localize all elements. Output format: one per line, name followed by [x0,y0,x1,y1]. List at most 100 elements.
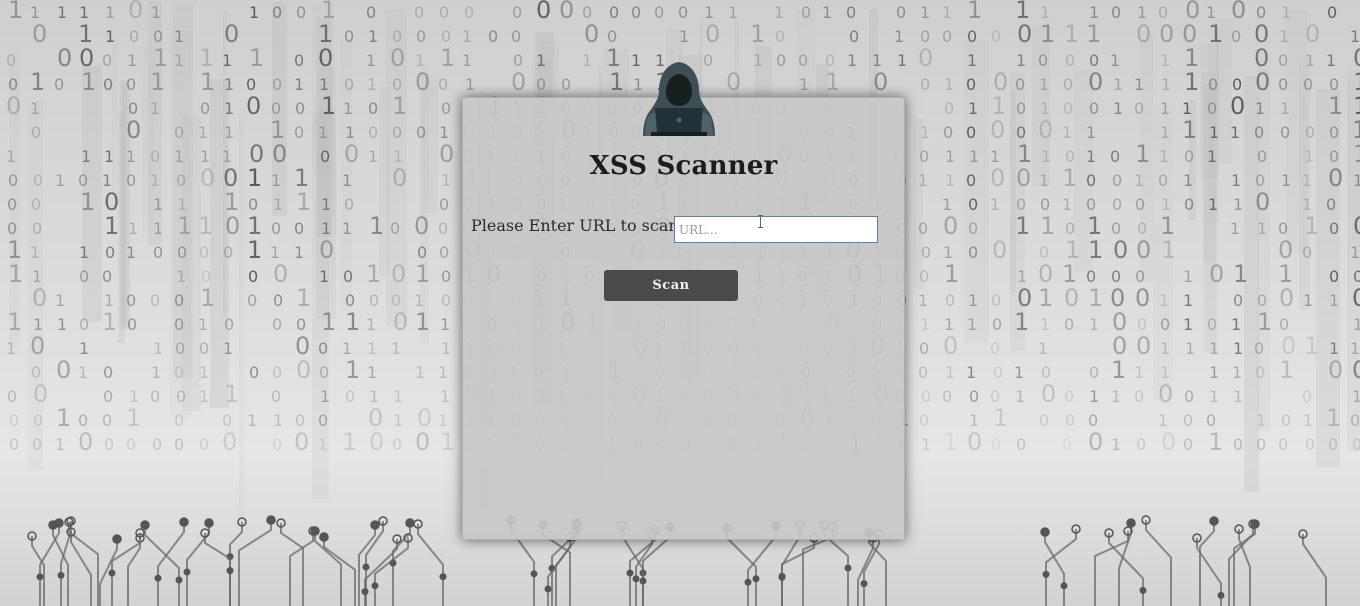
svg-text:1: 1 [105,27,115,46]
svg-text:0: 0 [345,387,355,406]
svg-text:0: 0 [32,219,42,238]
svg-text:0: 0 [919,147,929,166]
svg-text:1: 1 [1209,339,1219,358]
svg-text:1: 1 [1134,363,1144,382]
svg-text:1: 1 [945,171,955,190]
svg-text:0: 0 [1183,435,1193,454]
svg-text:0: 0 [1089,99,1099,118]
svg-text:1: 1 [920,3,930,22]
svg-text:1: 1 [799,75,809,94]
svg-text:0: 0 [174,315,184,334]
svg-text:0: 0 [271,219,281,238]
svg-text:1: 1 [1184,68,1199,96]
svg-text:1: 1 [1062,164,1077,192]
svg-text:1: 1 [1185,339,1195,358]
svg-text:0: 0 [1305,435,1315,454]
svg-text:1: 1 [728,3,738,22]
svg-text:0: 0 [439,243,449,262]
svg-text:0: 0 [511,68,526,96]
svg-text:1: 1 [104,147,114,166]
svg-text:1: 1 [320,387,330,406]
svg-text:0: 0 [441,291,451,310]
svg-text:1: 1 [1113,99,1123,118]
svg-text:0: 0 [488,27,498,46]
svg-text:1: 1 [1040,315,1050,334]
svg-text:1: 1 [918,171,928,190]
svg-text:1: 1 [1183,291,1193,310]
svg-text:0: 0 [392,123,402,142]
svg-text:0: 0 [272,140,287,168]
svg-text:1: 1 [1280,99,1290,118]
svg-text:0: 0 [561,75,571,94]
svg-text:1: 1 [1208,195,1218,214]
svg-text:0: 0 [919,267,929,286]
svg-text:0: 0 [1303,75,1313,94]
svg-text:0: 0 [966,75,976,94]
svg-text:1: 1 [1159,147,1169,166]
svg-text:0: 0 [1278,435,1288,454]
svg-text:1: 1 [1086,147,1096,166]
svg-text:1: 1 [1279,356,1294,384]
svg-text:1: 1 [1134,75,1144,94]
svg-text:0: 0 [174,411,184,430]
svg-text:1: 1 [7,308,22,336]
svg-text:1: 1 [440,44,455,72]
svg-text:0: 0 [224,315,234,334]
svg-text:1: 1 [57,315,67,334]
svg-text:1: 1 [296,188,311,216]
url-input[interactable] [674,216,878,243]
svg-text:1: 1 [1113,75,1123,94]
svg-text:0: 0 [609,3,619,22]
svg-text:1: 1 [1064,20,1079,48]
svg-text:0: 0 [846,3,856,22]
svg-text:0: 0 [129,27,139,46]
svg-text:0: 0 [967,27,977,46]
svg-text:0: 0 [33,380,48,408]
svg-text:1: 1 [342,171,352,190]
svg-text:1: 1 [942,3,952,22]
svg-text:0: 0 [369,291,379,310]
svg-text:0: 0 [174,123,184,142]
svg-text:1: 1 [1159,291,1169,310]
url-label: Please Enter URL to scan: [471,216,685,235]
svg-text:0: 0 [678,3,688,22]
svg-text:1: 1 [1040,212,1055,240]
page-title: XSS Scanner [589,151,778,181]
text-cursor-icon [758,215,763,228]
svg-text:0: 0 [991,291,1001,310]
svg-text:1: 1 [993,404,1008,432]
svg-text:1: 1 [8,260,23,288]
svg-text:0: 0 [344,75,354,94]
svg-text:1: 1 [582,51,592,70]
scan-button[interactable]: Scan [604,270,738,301]
svg-text:0: 0 [1305,20,1320,48]
svg-text:1: 1 [151,363,161,382]
svg-text:0: 0 [6,51,16,70]
svg-text:0: 0 [249,363,259,382]
svg-text:0: 0 [272,75,282,94]
svg-text:1: 1 [30,99,40,118]
svg-text:1: 1 [440,387,450,406]
svg-text:1: 1 [367,75,377,94]
svg-text:1: 1 [153,339,163,358]
svg-text:0: 0 [441,267,451,286]
svg-text:0: 0 [849,27,859,46]
svg-text:1: 1 [273,195,283,214]
svg-text:1: 1 [392,92,407,120]
svg-text:1: 1 [342,428,357,456]
svg-text:0: 0 [1231,0,1246,24]
svg-text:1: 1 [6,339,16,358]
svg-text:0: 0 [200,164,215,192]
svg-text:1: 1 [438,363,448,382]
svg-text:1: 1 [1110,51,1120,70]
svg-text:0: 0 [1230,92,1245,120]
svg-text:1: 1 [56,404,71,432]
svg-text:1: 1 [679,27,689,46]
svg-text:0: 0 [1064,315,1074,334]
svg-text:1: 1 [1328,92,1343,120]
svg-text:0: 0 [153,243,163,262]
svg-text:0: 0 [150,147,160,166]
svg-text:0: 0 [511,27,521,46]
svg-text:1: 1 [1281,171,1291,190]
svg-text:1: 1 [200,68,215,96]
